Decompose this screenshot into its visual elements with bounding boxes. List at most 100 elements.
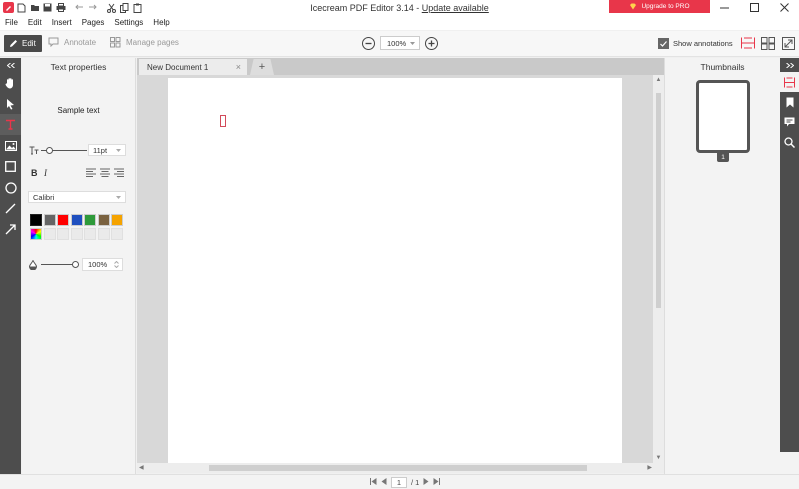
- text-insertion-box[interactable]: [220, 115, 226, 127]
- fullscreen-button[interactable]: [781, 36, 795, 50]
- minimize-button[interactable]: [709, 0, 739, 14]
- two-page-view-button[interactable]: [761, 36, 775, 50]
- font-size-slider-knob[interactable]: [46, 146, 53, 154]
- copy-icon[interactable]: [119, 2, 130, 13]
- document-canvas[interactable]: [137, 75, 653, 463]
- current-page-input[interactable]: 1: [391, 477, 407, 488]
- document-tab[interactable]: New Document 1 ×: [139, 59, 247, 75]
- maximize-button[interactable]: [739, 0, 769, 14]
- fit-width-button[interactable]: [741, 36, 755, 50]
- arrow-tool[interactable]: [0, 219, 21, 240]
- bookmarks-tab[interactable]: [780, 92, 799, 112]
- color-swatch[interactable]: [111, 214, 123, 226]
- color-swatch[interactable]: [30, 214, 42, 226]
- menu-file[interactable]: File: [0, 16, 23, 30]
- font-size-slider[interactable]: [41, 146, 87, 154]
- italic-button[interactable]: I: [44, 168, 47, 178]
- redo-icon[interactable]: [87, 2, 98, 13]
- annotate-mode-button[interactable]: Annotate: [48, 37, 96, 47]
- color-swatch[interactable]: [97, 214, 110, 226]
- cursor-icon: [7, 98, 14, 109]
- font-family-value: Calibri: [33, 192, 55, 202]
- color-swatch[interactable]: [70, 214, 83, 226]
- first-page-button[interactable]: [370, 478, 377, 487]
- manage-pages-button[interactable]: Manage pages: [110, 37, 179, 48]
- pencil-icon: [10, 40, 17, 47]
- hand-tool[interactable]: [0, 72, 21, 93]
- upgrade-to-pro-button[interactable]: Upgrade to PRO: [609, 0, 710, 13]
- ellipse-tool[interactable]: [0, 177, 21, 198]
- pdf-page[interactable]: [168, 78, 622, 463]
- previous-page-button[interactable]: [381, 478, 387, 487]
- undo-icon[interactable]: [74, 2, 85, 13]
- vertical-scroll-thumb[interactable]: [656, 93, 661, 308]
- rectangle-tool[interactable]: [0, 156, 21, 177]
- close-button[interactable]: [769, 0, 799, 14]
- align-center-button[interactable]: [100, 168, 110, 179]
- search-tab[interactable]: [780, 132, 799, 152]
- paste-icon[interactable]: [132, 2, 143, 13]
- scroll-right-arrow[interactable]: ▶: [647, 464, 652, 471]
- open-folder-icon[interactable]: [29, 2, 40, 13]
- opacity-slider[interactable]: [41, 260, 79, 268]
- thumbnails-tab[interactable]: [780, 72, 799, 92]
- line-tool[interactable]: [0, 198, 21, 219]
- show-annotations-toggle[interactable]: Show annotations: [658, 38, 733, 49]
- show-annotations-checkbox[interactable]: [658, 38, 669, 49]
- color-swatch[interactable]: [43, 214, 56, 226]
- edit-mode-button[interactable]: Edit: [4, 35, 42, 52]
- opacity-input[interactable]: 100%: [82, 258, 123, 271]
- collapse-right-panel-button[interactable]: [780, 58, 799, 72]
- menu-insert[interactable]: Insert: [47, 16, 77, 30]
- update-available-link[interactable]: Update available: [422, 3, 489, 13]
- save-icon[interactable]: [42, 2, 53, 13]
- color-swatch[interactable]: [57, 214, 69, 226]
- menu-help[interactable]: Help: [148, 16, 174, 30]
- chevron-down-icon: [116, 195, 121, 199]
- collapse-left-panel-button[interactable]: [0, 58, 21, 72]
- font-size-select[interactable]: 11pt: [88, 144, 126, 156]
- font-family-select[interactable]: Calibri: [28, 191, 126, 203]
- total-pages: / 1: [411, 478, 420, 487]
- color-swatch[interactable]: [84, 214, 96, 226]
- new-file-icon[interactable]: [16, 2, 27, 13]
- minus-icon: [365, 42, 372, 44]
- cut-icon[interactable]: [106, 2, 117, 13]
- close-tab-icon[interactable]: ×: [236, 62, 241, 72]
- scroll-up-arrow[interactable]: ▲: [653, 77, 664, 83]
- comment-icon: [48, 37, 59, 47]
- next-page-button[interactable]: [423, 478, 429, 487]
- right-tool-strip: [780, 58, 799, 474]
- add-tab-button[interactable]: +: [250, 59, 274, 75]
- spinner-icon[interactable]: [114, 261, 119, 268]
- close-icon: [779, 2, 789, 12]
- text-tool[interactable]: [0, 114, 21, 135]
- page-thumbnail[interactable]: [696, 80, 750, 153]
- comments-tab[interactable]: [780, 112, 799, 132]
- menu-settings[interactable]: Settings: [109, 16, 148, 30]
- align-right-button[interactable]: [114, 168, 124, 179]
- image-tool[interactable]: [0, 135, 21, 156]
- show-annotations-label: Show annotations: [673, 39, 733, 48]
- print-icon[interactable]: [55, 2, 66, 13]
- opacity-slider-knob[interactable]: [72, 260, 79, 268]
- right-strip-fill: [780, 152, 799, 452]
- custom-color-picker[interactable]: [30, 227, 42, 240]
- menu-pages[interactable]: Pages: [77, 16, 110, 30]
- align-left-button[interactable]: [86, 168, 96, 179]
- last-page-button[interactable]: [433, 478, 441, 487]
- vertical-scrollbar[interactable]: ▲ ▼: [653, 75, 664, 463]
- zoom-in-button[interactable]: [425, 36, 438, 50]
- page-thumbnail-number: 1: [717, 153, 729, 162]
- scroll-left-arrow[interactable]: ◀: [139, 464, 144, 471]
- bold-button[interactable]: B: [31, 168, 38, 178]
- zoom-select[interactable]: 100%: [380, 36, 420, 50]
- align-left-icon: [86, 168, 96, 177]
- opacity-value: 100%: [88, 260, 108, 269]
- horizontal-scroll-thumb[interactable]: [209, 465, 587, 471]
- zoom-out-button[interactable]: [362, 36, 375, 50]
- horizontal-scrollbar[interactable]: ◀ ▶: [137, 463, 664, 473]
- select-tool[interactable]: [0, 93, 21, 114]
- scroll-down-arrow[interactable]: ▼: [653, 455, 664, 461]
- menu-edit[interactable]: Edit: [23, 16, 47, 30]
